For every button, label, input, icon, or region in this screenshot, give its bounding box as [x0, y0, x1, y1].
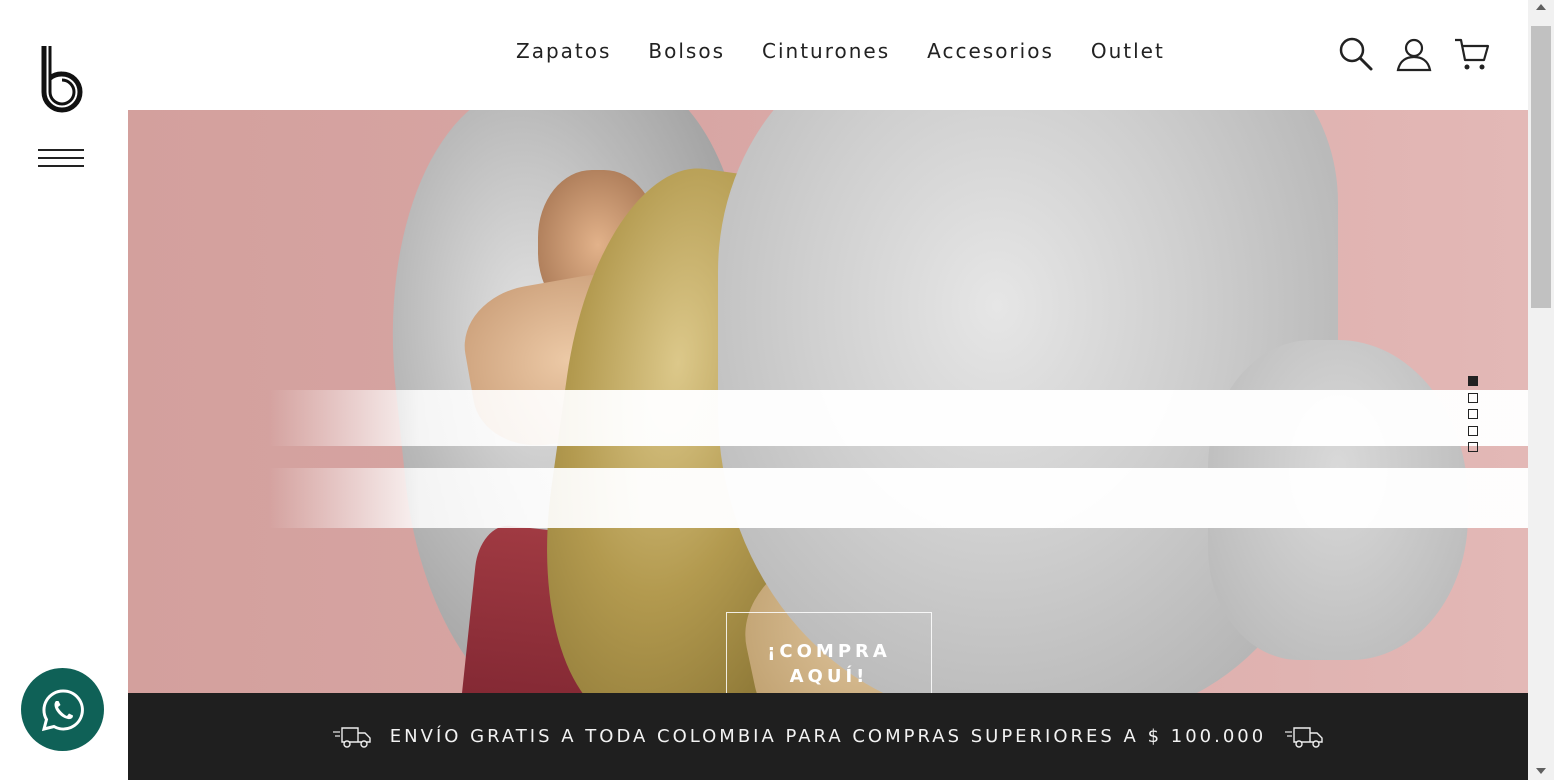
left-rail	[0, 0, 128, 780]
scroll-thumb[interactable]	[1531, 26, 1551, 308]
page-scrollbar[interactable]	[1528, 0, 1554, 780]
scroll-down-arrow-icon[interactable]	[1536, 768, 1546, 774]
search-icon[interactable]	[1338, 36, 1374, 72]
shop-now-button[interactable]: ¡COMPRA AQUÍ!	[726, 612, 932, 693]
site-header: Zapatos Bolsos Cinturones Accesorios Out…	[128, 0, 1528, 110]
hero-text-band-1	[268, 390, 1528, 446]
cta-line-1: ¡COMPRA	[767, 641, 891, 662]
hero-text-band-2	[268, 468, 1528, 528]
whatsapp-icon	[41, 688, 84, 731]
nav-item-bolsos[interactable]: Bolsos	[648, 38, 725, 64]
nav-item-outlet[interactable]: Outlet	[1091, 38, 1165, 64]
scroll-up-arrow-icon[interactable]	[1536, 4, 1546, 10]
brand-logo[interactable]	[38, 44, 86, 114]
menu-hamburger-icon[interactable]	[38, 149, 84, 173]
header-icons	[1338, 36, 1490, 72]
user-icon[interactable]	[1396, 36, 1432, 72]
cart-icon[interactable]	[1454, 36, 1490, 72]
cta-line-2: AQUÍ!	[789, 666, 869, 687]
hero-slider: ¡COMPRA AQUÍ!	[128, 110, 1528, 693]
nav-item-accesorios[interactable]: Accesorios	[927, 38, 1054, 64]
nav-item-zapatos[interactable]: Zapatos	[516, 38, 611, 64]
slider-dot-4[interactable]	[1468, 425, 1478, 436]
slider-dot-2[interactable]	[1468, 392, 1478, 403]
whatsapp-button[interactable]	[21, 668, 104, 751]
delivery-truck-icon	[1285, 726, 1323, 748]
slider-dot-1[interactable]	[1468, 376, 1478, 386]
slider-dot-3[interactable]	[1468, 409, 1478, 420]
main-nav: Zapatos Bolsos Cinturones Accesorios Out…	[516, 38, 1202, 64]
delivery-truck-icon	[332, 726, 371, 748]
shipping-text: ENVÍO GRATIS A TODA COLOMBIA PARA COMPRA…	[389, 726, 1267, 747]
slider-dots	[1468, 376, 1478, 459]
b-logo-icon	[41, 46, 83, 113]
shipping-banner: ENVÍO GRATIS A TODA COLOMBIA PARA COMPRA…	[128, 693, 1528, 780]
nav-item-cinturones[interactable]: Cinturones	[762, 38, 890, 64]
slider-dot-5[interactable]	[1468, 442, 1478, 453]
